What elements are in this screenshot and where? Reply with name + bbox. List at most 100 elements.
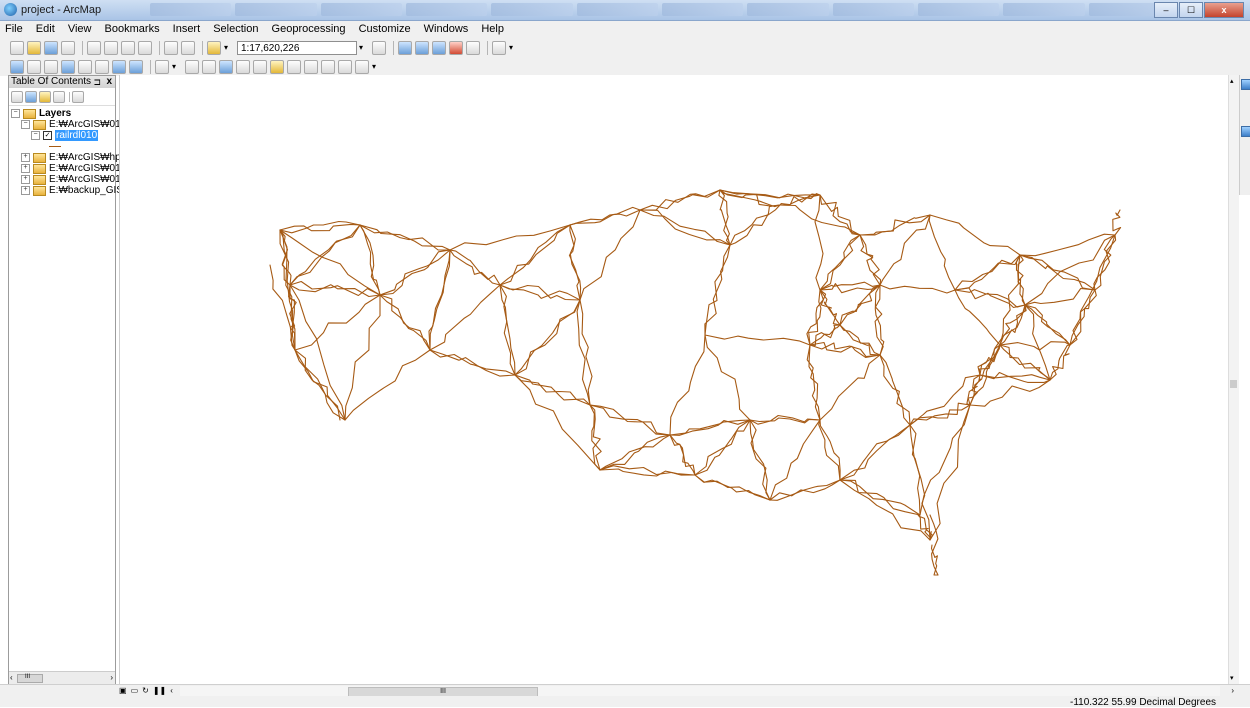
go-forward-icon[interactable] <box>129 59 143 74</box>
scroll-left-icon[interactable]: ‹ <box>170 686 173 695</box>
layer-visibility-checkbox[interactable]: ✓ <box>43 131 52 140</box>
data-view-button[interactable]: ▣ <box>119 686 127 695</box>
catalog-tab-icon[interactable] <box>1241 79 1250 90</box>
close-panel-icon[interactable]: x <box>106 76 112 88</box>
close-button[interactable]: x <box>1204 2 1244 18</box>
new-map-icon[interactable] <box>10 40 24 55</box>
map-view[interactable] <box>119 75 1239 684</box>
rail-line <box>429 249 451 351</box>
list-by-source-icon[interactable] <box>25 90 37 103</box>
list-by-visibility-icon[interactable] <box>39 90 51 103</box>
minimize-button[interactable]: – <box>1154 2 1178 18</box>
menu-selection[interactable]: Selection <box>208 21 263 35</box>
add-data-dropdown-icon[interactable]: ▾ <box>224 41 233 55</box>
collapse-icon[interactable]: − <box>21 120 30 129</box>
refresh-icon[interactable]: ↻ <box>142 686 149 695</box>
menu-edit[interactable]: Edit <box>31 21 60 35</box>
menu-bookmarks[interactable]: Bookmarks <box>100 21 165 35</box>
expand-icon[interactable]: + <box>21 175 30 184</box>
arctoolbox-icon[interactable] <box>449 40 463 55</box>
select-elements-icon[interactable] <box>202 59 216 74</box>
scroll-up-icon[interactable]: ▴ <box>1230 77 1234 85</box>
toc-header: Table Of Contents ⊐ x <box>9 76 115 88</box>
redo-icon[interactable] <box>181 40 195 55</box>
expand-icon[interactable]: + <box>21 153 30 162</box>
save-icon[interactable] <box>44 40 58 55</box>
zoom-out-icon[interactable] <box>27 59 41 74</box>
menu-customize[interactable]: Customize <box>354 21 416 35</box>
python-window-icon[interactable] <box>466 40 480 55</box>
cut-icon[interactable] <box>87 40 101 55</box>
clear-selection-icon[interactable] <box>185 59 199 74</box>
menu-windows[interactable]: Windows <box>419 21 474 35</box>
list-by-drawing-order-icon[interactable] <box>11 90 23 103</box>
tree-item-workspace-2[interactable]: + E:₩ArcGIS₩hpms <box>21 152 134 163</box>
tools-options-icon[interactable]: ▾ <box>372 60 381 74</box>
scroll-right-icon[interactable]: › <box>1231 686 1234 695</box>
fixed-zoom-in-icon[interactable] <box>78 59 92 74</box>
scroll-down-icon[interactable]: ▾ <box>1230 674 1234 682</box>
railroad-network-map[interactable] <box>120 75 1228 684</box>
pin-icon[interactable]: ⊐ <box>93 76 101 88</box>
window-title: project - ArcMap <box>21 4 102 16</box>
collapse-icon[interactable]: − <box>31 131 40 140</box>
catalog-window-icon[interactable] <box>415 40 429 55</box>
map-vertical-scrollbar[interactable]: ▴ ▾ <box>1228 75 1239 684</box>
go-to-xy-icon[interactable] <box>321 59 335 74</box>
expand-icon[interactable]: + <box>21 186 30 195</box>
select-features-icon[interactable] <box>155 59 169 74</box>
go-back-icon[interactable] <box>112 59 126 74</box>
print-icon[interactable] <box>61 40 75 55</box>
delete-icon[interactable] <box>138 40 152 55</box>
map-scale-input[interactable]: 1:17,620,226 <box>237 40 357 55</box>
map-horizontal-scrollbar[interactable]: III › <box>180 686 1234 697</box>
toc-scroll-thumb[interactable]: III <box>17 674 43 683</box>
menu-file[interactable]: File <box>0 21 28 35</box>
paste-icon[interactable] <box>121 40 135 55</box>
rail-line <box>1069 234 1116 346</box>
editor-icon[interactable] <box>372 40 386 55</box>
create-viewer-icon[interactable] <box>355 59 369 74</box>
tree-item-railrdl010[interactable]: − ✓ railrdl010 <box>31 130 99 141</box>
collapse-icon[interactable]: − <box>11 109 20 118</box>
find-icon[interactable] <box>287 59 301 74</box>
maximize-button[interactable]: ☐ <box>1179 2 1203 18</box>
time-slider-icon[interactable] <box>338 59 352 74</box>
pause-drawing-icon[interactable]: ❚❚ <box>153 686 166 695</box>
pan-icon[interactable] <box>44 59 58 74</box>
model-builder-icon[interactable] <box>492 40 506 55</box>
scale-dropdown-icon[interactable]: ▾ <box>359 41 368 55</box>
undo-icon[interactable] <box>164 40 178 55</box>
identify-icon[interactable] <box>219 59 233 74</box>
expand-icon[interactable]: + <box>21 164 30 173</box>
map-vscroll-thumb[interactable] <box>1230 380 1237 388</box>
toc-options-icon[interactable] <box>72 90 84 103</box>
scroll-right-icon[interactable]: › <box>110 673 113 682</box>
search-window-icon[interactable] <box>432 40 446 55</box>
add-data-icon[interactable] <box>207 40 221 55</box>
open-icon[interactable] <box>27 40 41 55</box>
menu-geoprocessing[interactable]: Geoprocessing <box>267 21 351 35</box>
hyperlink-icon[interactable] <box>236 59 250 74</box>
menu-help[interactable]: Help <box>476 21 509 35</box>
zoom-in-icon[interactable] <box>10 59 24 74</box>
search-tab-icon[interactable] <box>1241 126 1250 137</box>
full-extent-icon[interactable] <box>61 59 75 74</box>
select-dropdown-icon[interactable]: ▾ <box>172 60 181 74</box>
html-popup-icon[interactable] <box>253 59 267 74</box>
toc-window-icon[interactable] <box>398 40 412 55</box>
layout-view-button[interactable]: ▭ <box>131 686 139 695</box>
layers-root[interactable]: − Layers <box>11 108 71 119</box>
scroll-thumb-grip: III <box>440 688 446 695</box>
menu-view[interactable]: View <box>63 21 97 35</box>
find-route-icon[interactable] <box>304 59 318 74</box>
toolbar-options-icon[interactable]: ▾ <box>509 41 518 55</box>
menu-insert[interactable]: Insert <box>168 21 206 35</box>
tree-item-workspace-5[interactable]: + E:₩backup_GIS pr <box>21 185 135 196</box>
copy-icon[interactable] <box>104 40 118 55</box>
scroll-left-icon[interactable]: ‹ <box>10 673 13 682</box>
list-by-selection-icon[interactable] <box>53 90 65 103</box>
fixed-zoom-out-icon[interactable] <box>95 59 109 74</box>
measure-icon[interactable] <box>270 59 284 74</box>
toc-horizontal-scrollbar[interactable]: ‹ III › <box>9 671 115 684</box>
